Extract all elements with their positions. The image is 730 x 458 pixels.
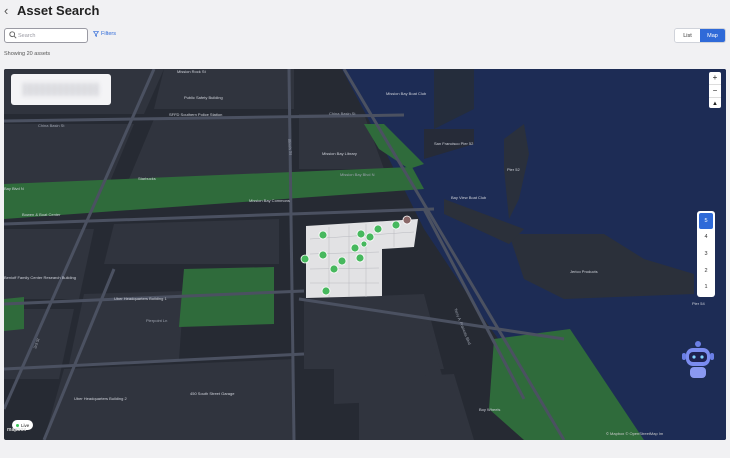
map-label: Benioff Family Center Research Building — [4, 275, 76, 280]
map-label: Starbucks — [138, 176, 156, 181]
view-toggle: List Map — [674, 28, 726, 43]
map-view-button[interactable]: Map — [700, 29, 725, 42]
map-label: Bay Blvd N — [4, 186, 24, 191]
map-label: Public Safety Building — [184, 95, 223, 100]
floor-level-selector: 5 4 3 2 1 — [697, 211, 715, 297]
map-label: Uber Headquarters Building 2 — [74, 396, 127, 401]
asset-marker[interactable] — [391, 220, 401, 230]
assistant-bot-icon[interactable] — [680, 338, 716, 382]
filter-icon — [93, 31, 99, 37]
map-label: Bowen & Boat Center — [22, 212, 61, 217]
asset-marker[interactable] — [373, 224, 383, 234]
map-attribution[interactable]: © Mapbox © OpenStreetMap Im — [606, 431, 663, 436]
map-label: Mission Bay Boat Club — [386, 91, 427, 96]
map-label: Terry A. Francois Blvd — [453, 308, 472, 346]
chevron-left-icon[interactable]: ‹ — [4, 3, 8, 18]
page-title: Asset Search — [17, 3, 100, 18]
search-input-box[interactable] — [4, 28, 88, 43]
asset-marker[interactable] — [402, 215, 412, 225]
map-label: Uber Headquarters Building 1 — [114, 296, 167, 301]
map-label: Bay View Boat Club — [451, 195, 487, 200]
results-count: Showing 20 assets — [4, 51, 51, 57]
map-view[interactable]: Mission Bay Commons Bay Blvd N Mission B… — [4, 69, 726, 440]
asset-marker[interactable] — [360, 240, 368, 248]
map-canvas[interactable]: Mission Bay Commons Bay Blvd N Mission B… — [4, 69, 726, 440]
map-label: Boy Wheels — [479, 407, 500, 412]
map-label: Jerico Products — [570, 269, 598, 274]
map-label: SFFD Southern Police Station — [169, 112, 222, 117]
zoom-controls: + − ▲ — [709, 72, 721, 108]
map-label: Mission Bay Commons — [249, 198, 290, 203]
filters-button[interactable]: Filters — [93, 31, 116, 37]
asset-marker[interactable] — [365, 232, 375, 242]
map-label: Pier 52 — [507, 167, 520, 172]
asset-marker[interactable] — [318, 230, 328, 240]
floor-level-button[interactable]: 2 — [699, 263, 713, 279]
zoom-in-button[interactable]: + — [709, 72, 721, 85]
asset-marker[interactable] — [318, 250, 328, 260]
asset-marker[interactable] — [337, 256, 347, 266]
asset-marker[interactable] — [300, 254, 310, 264]
asset-marker[interactable] — [355, 253, 365, 263]
floor-level-button[interactable]: 1 — [699, 279, 713, 295]
map-label: China Basin St — [38, 123, 65, 128]
mapbox-logo: mapbox — [7, 427, 27, 433]
map-label: China Basin St — [329, 111, 356, 116]
map-label: Mission Rock St — [177, 69, 207, 74]
map-label: San Francisco Pier 52 — [434, 141, 474, 146]
asset-marker[interactable] — [321, 286, 331, 296]
map-label: 450 South Street Garage — [190, 391, 235, 396]
floor-level-button[interactable]: 4 — [699, 230, 713, 246]
list-view-button[interactable]: List — [675, 29, 700, 42]
map-label: Mission Bay Blvd N — [340, 172, 375, 177]
asset-marker[interactable] — [350, 243, 360, 253]
map-label: Pier 54 — [692, 301, 705, 306]
asset-marker[interactable] — [329, 264, 339, 274]
search-icon — [9, 31, 17, 39]
floor-level-button[interactable]: 3 — [699, 246, 713, 262]
redacted-overlay — [11, 74, 111, 105]
compass-icon[interactable]: ▲ — [709, 98, 721, 110]
header: ‹ Asset Search — [0, 0, 730, 24]
zoom-out-button[interactable]: − — [709, 85, 721, 98]
search-input[interactable] — [18, 30, 86, 41]
map-label: Pierpoint Ln — [146, 318, 167, 323]
map-label: Mission Bay Library — [322, 151, 357, 156]
asset-marker[interactable] — [356, 229, 366, 239]
filters-label: Filters — [101, 31, 116, 37]
floor-level-button[interactable]: 5 — [699, 213, 713, 229]
